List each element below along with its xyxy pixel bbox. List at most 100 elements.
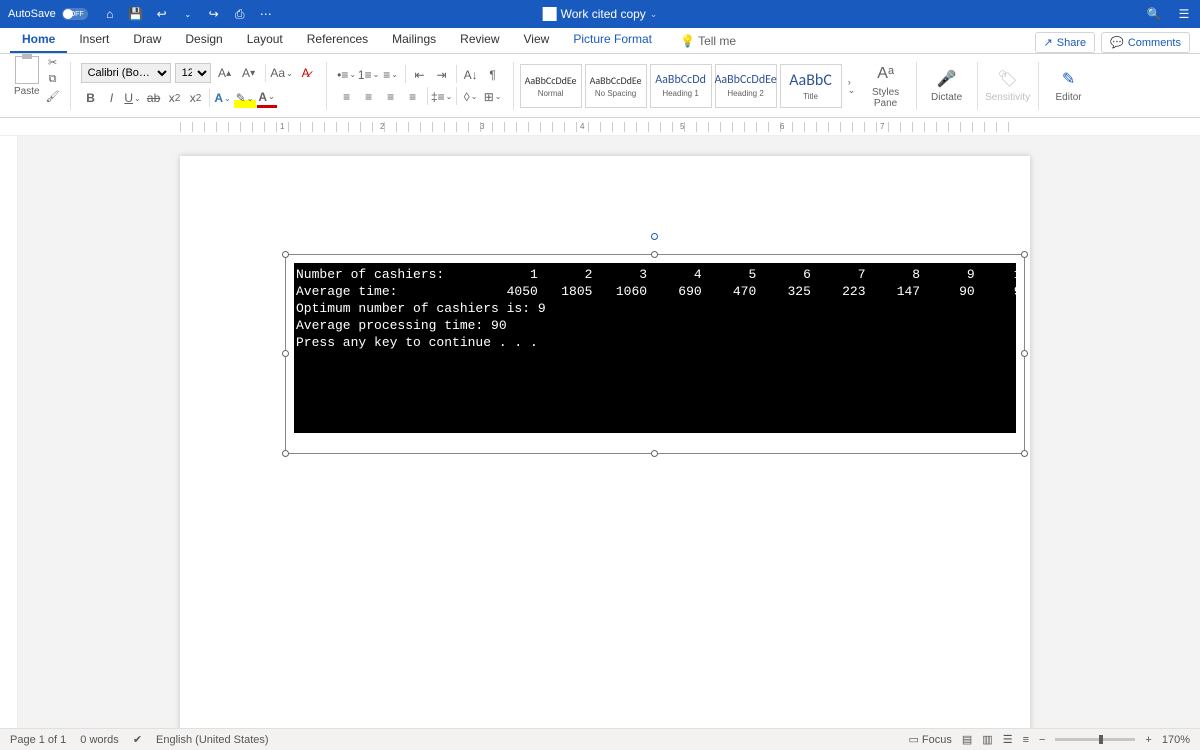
sort-button[interactable]: A↓ bbox=[461, 65, 481, 85]
bullets-button[interactable]: •≡ bbox=[337, 65, 357, 85]
align-left-button[interactable]: ≡ bbox=[337, 87, 357, 107]
tab-insert[interactable]: Insert bbox=[67, 27, 121, 53]
resize-handle[interactable] bbox=[651, 450, 658, 457]
page-indicator[interactable]: Page 1 of 1 bbox=[10, 734, 66, 746]
copy-icon[interactable]: ⧉ bbox=[46, 73, 60, 87]
tab-view[interactable]: View bbox=[512, 27, 562, 53]
paste-button[interactable]: Paste bbox=[14, 56, 40, 97]
home-icon[interactable]: ⌂ bbox=[102, 6, 118, 22]
numbering-button[interactable]: 1≡ bbox=[359, 65, 379, 85]
justify-button[interactable]: ≡ bbox=[403, 87, 423, 107]
selected-picture[interactable]: Number of cashiers: 1 2 3 4 5 6 7 8 9 10… bbox=[285, 254, 1025, 454]
styles-more-button[interactable]: ›⌄ bbox=[846, 76, 858, 96]
sensitivity-icon: 🏷 bbox=[997, 68, 1019, 90]
web-layout-icon[interactable]: ☰ bbox=[1003, 733, 1013, 746]
zoom-slider[interactable] bbox=[1055, 738, 1135, 741]
styles-pane-button[interactable]: Aᵃ Styles Pane bbox=[862, 63, 910, 109]
spellcheck-icon[interactable]: ✔ bbox=[133, 733, 142, 746]
read-mode-icon[interactable]: ▥ bbox=[982, 733, 992, 746]
align-right-button[interactable]: ≡ bbox=[381, 87, 401, 107]
resize-handle[interactable] bbox=[1021, 450, 1028, 457]
language-indicator[interactable]: English (United States) bbox=[156, 734, 269, 746]
resize-handle[interactable] bbox=[282, 251, 289, 258]
font-color-button[interactable]: A bbox=[257, 88, 277, 108]
shading-button[interactable]: ◊ bbox=[461, 87, 481, 107]
tab-references[interactable]: References bbox=[295, 27, 380, 53]
resize-handle[interactable] bbox=[282, 450, 289, 457]
print-icon[interactable]: ⎙ bbox=[232, 6, 248, 22]
borders-button[interactable]: ⊞ bbox=[483, 87, 503, 107]
comments-button[interactable]: 💬 Comments bbox=[1101, 32, 1190, 53]
editor-button[interactable]: ✎ Editor bbox=[1045, 68, 1093, 103]
search-icon[interactable]: 🔍 bbox=[1146, 6, 1162, 22]
tab-picture-format[interactable]: Picture Format bbox=[561, 27, 664, 53]
styles-gallery[interactable]: AaBbCcDdEeNormalAaBbCcDdEeNo SpacingAaBb… bbox=[520, 64, 842, 108]
more-icon[interactable]: ⋯ bbox=[258, 6, 274, 22]
format-painter-icon[interactable]: 🖌 bbox=[46, 90, 60, 104]
chevron-down-icon[interactable]: ⌄ bbox=[650, 9, 658, 20]
focus-mode-button[interactable]: ▭ Focus bbox=[908, 733, 951, 746]
clear-format-button[interactable]: A̷ bbox=[296, 63, 316, 83]
zoom-in-button[interactable]: + bbox=[1145, 734, 1151, 746]
dictate-button[interactable]: 🎤 Dictate bbox=[923, 68, 971, 103]
tell-me[interactable]: 💡 Tell me bbox=[668, 29, 748, 53]
style-heading-2[interactable]: AaBbCcDdEeHeading 2 bbox=[715, 64, 777, 108]
resize-handle[interactable] bbox=[1021, 251, 1028, 258]
line-spacing-button[interactable]: ‡≡ bbox=[432, 87, 452, 107]
resize-handle[interactable] bbox=[282, 350, 289, 357]
indent-button[interactable]: ⇥ bbox=[432, 65, 452, 85]
tab-layout[interactable]: Layout bbox=[235, 27, 295, 53]
autosave-toggle[interactable]: AutoSave OFF bbox=[0, 8, 96, 20]
toggle-switch[interactable]: OFF bbox=[62, 8, 88, 20]
underline-button[interactable]: U bbox=[123, 88, 143, 108]
vertical-ruler[interactable] bbox=[0, 136, 18, 728]
cut-icon[interactable]: ✂ bbox=[46, 56, 60, 70]
subscript-button[interactable]: x2 bbox=[165, 88, 185, 108]
shrink-font-button[interactable]: A▾ bbox=[239, 63, 259, 83]
multilevel-button[interactable]: ≡ bbox=[381, 65, 401, 85]
tab-design[interactable]: Design bbox=[173, 27, 234, 53]
grow-font-button[interactable]: A▴ bbox=[215, 63, 235, 83]
paste-label: Paste bbox=[14, 86, 40, 97]
chevron-down-icon[interactable]: ⌄ bbox=[180, 6, 196, 22]
bold-button[interactable]: B bbox=[81, 88, 101, 108]
document-title[interactable]: Work cited copy ⌄ bbox=[543, 7, 658, 21]
undo-icon[interactable]: ↩ bbox=[154, 6, 170, 22]
rotate-handle[interactable] bbox=[651, 233, 658, 240]
tab-review[interactable]: Review bbox=[448, 27, 511, 53]
italic-button[interactable]: I bbox=[102, 88, 122, 108]
ribbon-display-icon[interactable]: ☰ bbox=[1176, 6, 1192, 22]
page[interactable]: Number of cashiers: 1 2 3 4 5 6 7 8 9 10… bbox=[180, 156, 1030, 728]
share-button[interactable]: ↗ Share bbox=[1035, 32, 1096, 53]
outdent-button[interactable]: ⇤ bbox=[410, 65, 430, 85]
text-effects-button[interactable]: A bbox=[213, 88, 233, 108]
zoom-level[interactable]: 170% bbox=[1162, 734, 1190, 746]
style-title[interactable]: AaBbCTitle bbox=[780, 64, 842, 108]
word-count[interactable]: 0 words bbox=[80, 734, 119, 746]
font-size-select[interactable]: 12 bbox=[175, 63, 211, 83]
font-family-select[interactable]: Calibri (Bo… bbox=[81, 63, 171, 83]
print-layout-icon[interactable]: ▤ bbox=[962, 733, 972, 746]
zoom-out-button[interactable]: − bbox=[1039, 734, 1045, 746]
align-center-button[interactable]: ≡ bbox=[359, 87, 379, 107]
style-no-spacing[interactable]: AaBbCcDdEeNo Spacing bbox=[585, 64, 647, 108]
strike-button[interactable]: ab bbox=[144, 88, 164, 108]
show-marks-button[interactable]: ¶ bbox=[483, 65, 503, 85]
resize-handle[interactable] bbox=[651, 251, 658, 258]
document-area[interactable]: Number of cashiers: 1 2 3 4 5 6 7 8 9 10… bbox=[0, 136, 1200, 728]
superscript-button[interactable]: x2 bbox=[186, 88, 206, 108]
redo-icon[interactable]: ↪ bbox=[206, 6, 222, 22]
mic-icon: 🎤 bbox=[936, 68, 958, 90]
highlight-button[interactable]: ✎ bbox=[234, 88, 256, 108]
style-heading-1[interactable]: AaBbCcDdHeading 1 bbox=[650, 64, 712, 108]
doc-title-text: Work cited copy bbox=[561, 7, 646, 21]
change-case-button[interactable]: Aa bbox=[272, 63, 292, 83]
tab-draw[interactable]: Draw bbox=[121, 27, 173, 53]
resize-handle[interactable] bbox=[1021, 350, 1028, 357]
outline-icon[interactable]: ≡ bbox=[1023, 734, 1029, 746]
tab-mailings[interactable]: Mailings bbox=[380, 27, 448, 53]
tab-home[interactable]: Home bbox=[10, 27, 67, 53]
horizontal-ruler[interactable]: 1 2 3 4 5 6 7 bbox=[0, 118, 1200, 136]
save-icon[interactable]: 💾 bbox=[128, 6, 144, 22]
style-normal[interactable]: AaBbCcDdEeNormal bbox=[520, 64, 582, 108]
